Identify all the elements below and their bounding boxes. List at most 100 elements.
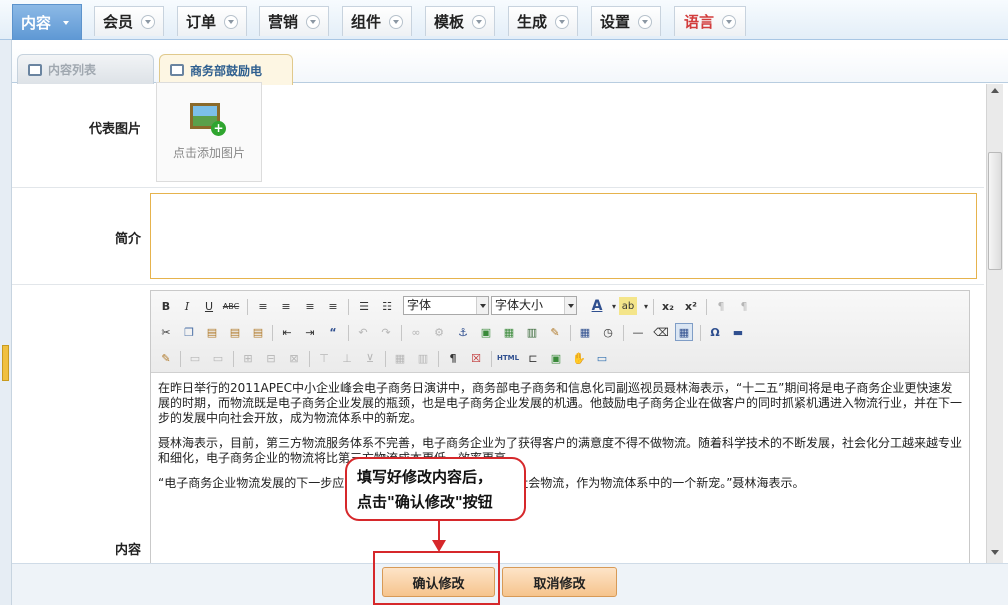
highlight-color-icon[interactable]: ab [619, 297, 637, 315]
media-icon[interactable]: ▥ [523, 323, 541, 341]
remove-format-icon[interactable]: ⌫ [652, 323, 670, 341]
tab-edit-article[interactable]: 商务部鼓励电 [159, 54, 293, 85]
superscript-icon[interactable]: x² [682, 297, 700, 315]
toolbar-separator [706, 299, 707, 315]
editor-toolbar: B I U ABC ≡ ≡ ≡ ≡ ☰ ☷ 字体 字体大小 A ▾ ab ▾ x… [151, 291, 969, 373]
nav-item-generate[interactable]: 生成 [508, 6, 578, 36]
split-cells-icon[interactable]: ▥ [414, 349, 432, 367]
template-icon[interactable]: ✋ [570, 349, 588, 367]
chevron-down-icon [141, 14, 155, 29]
chevron-down-icon [306, 14, 320, 29]
nav-item-settings[interactable]: 设置 [591, 6, 661, 36]
table-row-props-icon[interactable]: ⊞ [239, 349, 257, 367]
visual-aid-icon[interactable]: ▦ [675, 323, 693, 341]
align-center-icon[interactable]: ≡ [277, 297, 295, 315]
font-family-select[interactable]: 字体 [403, 296, 489, 315]
anchor-icon[interactable]: ⚓ [454, 323, 472, 341]
toolbar-separator [438, 351, 439, 367]
indent-icon[interactable]: ⇥ [301, 323, 319, 341]
scroll-up-icon[interactable] [991, 88, 999, 93]
cancel-button[interactable]: 取消修改 [502, 567, 617, 597]
blockquote-icon[interactable]: “ [324, 323, 342, 341]
preview-icon[interactable]: ▭ [593, 349, 611, 367]
date-icon[interactable]: ▦ [576, 323, 594, 341]
page-break-icon[interactable]: ⊏ [524, 349, 542, 367]
nav-item-members[interactable]: 会员 [94, 6, 164, 36]
nav-label: 订单 [185, 13, 216, 31]
clean-icon[interactable]: ✎ [546, 323, 564, 341]
add-image-box[interactable]: + 点击添加图片 [156, 82, 262, 182]
summary-label: 简介 [114, 232, 141, 247]
move-layer-icon[interactable]: ▭ [209, 349, 227, 367]
insert-image-icon[interactable]: ▣ [547, 349, 565, 367]
flash-icon[interactable]: ▦ [500, 323, 518, 341]
time-icon[interactable]: ◷ [599, 323, 617, 341]
subtab-bar: 内容列表 商务部鼓励电 [12, 48, 1008, 85]
align-right-icon[interactable]: ≡ [301, 297, 319, 315]
insert-layer-icon[interactable]: ▭ [186, 349, 204, 367]
toolbar-separator [348, 299, 349, 315]
align-left-icon[interactable]: ≡ [254, 297, 272, 315]
link-icon[interactable]: ∞ [407, 323, 425, 341]
paragraph-end: 三方社会物流，作为物流体系中的一个新宠。”聂林海表示。 [492, 476, 805, 490]
chevron-down-icon [389, 14, 403, 29]
summary-textarea[interactable] [150, 193, 977, 279]
row-before-icon[interactable]: ⊤ [315, 349, 333, 367]
merge-cells-icon[interactable]: ▦ [391, 349, 409, 367]
paste-text-icon[interactable]: ▤ [226, 323, 244, 341]
rtl-icon[interactable]: ¶ [735, 297, 753, 315]
align-justify-icon[interactable]: ≡ [324, 297, 342, 315]
chevron-down-icon [59, 16, 73, 30]
special-char-icon[interactable]: Ω [706, 323, 724, 341]
row-after-icon[interactable]: ⊥ [338, 349, 356, 367]
nav-item-language[interactable]: 语言 [674, 6, 746, 36]
editor-content[interactable]: 在昨日举行的2011APEC中小企业峰会电子商务日演讲中，商务部电子商务和信息化… [158, 381, 963, 501]
image-icon[interactable]: ▣ [477, 323, 495, 341]
table-delete-icon[interactable]: ⊠ [285, 349, 303, 367]
nav-item-components[interactable]: 组件 [342, 6, 412, 36]
nav-item-orders[interactable]: 订单 [177, 6, 247, 36]
underline-icon[interactable]: U [200, 297, 218, 315]
show-blocks-icon[interactable]: ¶ [444, 349, 462, 367]
font-size-select[interactable]: 字体大小 [491, 296, 577, 315]
nav-item-marketing[interactable]: 营销 [259, 6, 329, 36]
numbered-list-icon[interactable]: ☷ [378, 297, 396, 315]
bold-icon[interactable]: B [157, 297, 175, 315]
rich-text-editor: B I U ABC ≡ ≡ ≡ ≡ ☰ ☷ 字体 字体大小 A ▾ ab ▾ x… [150, 290, 970, 565]
vertical-scrollbar[interactable] [986, 84, 1003, 563]
copy-icon[interactable]: ❐ [180, 323, 198, 341]
text-color-icon[interactable]: A [588, 297, 606, 315]
editor-paragraph: “电子商务企业物流发展的下一步应 三方社会物流，作为物流体系中的一个新宠。”聂林海… [158, 476, 963, 491]
strikethrough-icon[interactable]: ABC [222, 297, 240, 315]
outdent-icon[interactable]: ⇤ [278, 323, 296, 341]
italic-icon[interactable]: I [178, 297, 196, 315]
no-format-icon[interactable]: ☒ [467, 349, 485, 367]
cut-icon[interactable]: ✂ [157, 323, 175, 341]
bullet-list-icon[interactable]: ☰ [355, 297, 373, 315]
tab-content-list[interactable]: 内容列表 [17, 54, 154, 84]
table-cell-props-icon[interactable]: ⊟ [262, 349, 280, 367]
chevron-down-icon [638, 14, 652, 29]
undo-icon[interactable]: ↶ [354, 323, 372, 341]
nav-label: 设置 [599, 13, 630, 31]
paste-icon[interactable]: ▤ [203, 323, 221, 341]
edit-css-icon[interactable]: ✎ [157, 349, 175, 367]
nonbreaking-icon[interactable]: ▬ [729, 323, 747, 341]
unlink-icon[interactable]: ⚙ [430, 323, 448, 341]
instruction-callout: 填写好修改内容后， 点击"确认修改"按钮 [345, 457, 526, 521]
ltr-icon[interactable]: ¶ [712, 297, 730, 315]
nav-item-templates[interactable]: 模板 [425, 6, 495, 36]
sidebar-toggle-handle[interactable] [2, 345, 9, 381]
delete-row-icon[interactable]: ⊻ [361, 349, 379, 367]
horizontal-rule-icon[interactable]: — [629, 323, 647, 341]
nav-item-content[interactable]: 内容 [12, 4, 82, 40]
scrollbar-thumb[interactable] [988, 152, 1002, 270]
paste-word-icon[interactable]: ▤ [249, 323, 267, 341]
html-source-icon[interactable]: HTML [497, 349, 519, 367]
toolbar-separator [570, 325, 571, 341]
toolbar-separator [401, 325, 402, 341]
nav-label: 模板 [433, 13, 464, 31]
redo-icon[interactable]: ↷ [377, 323, 395, 341]
subscript-icon[interactable]: x₂ [659, 297, 677, 315]
scroll-down-icon[interactable] [991, 550, 999, 555]
